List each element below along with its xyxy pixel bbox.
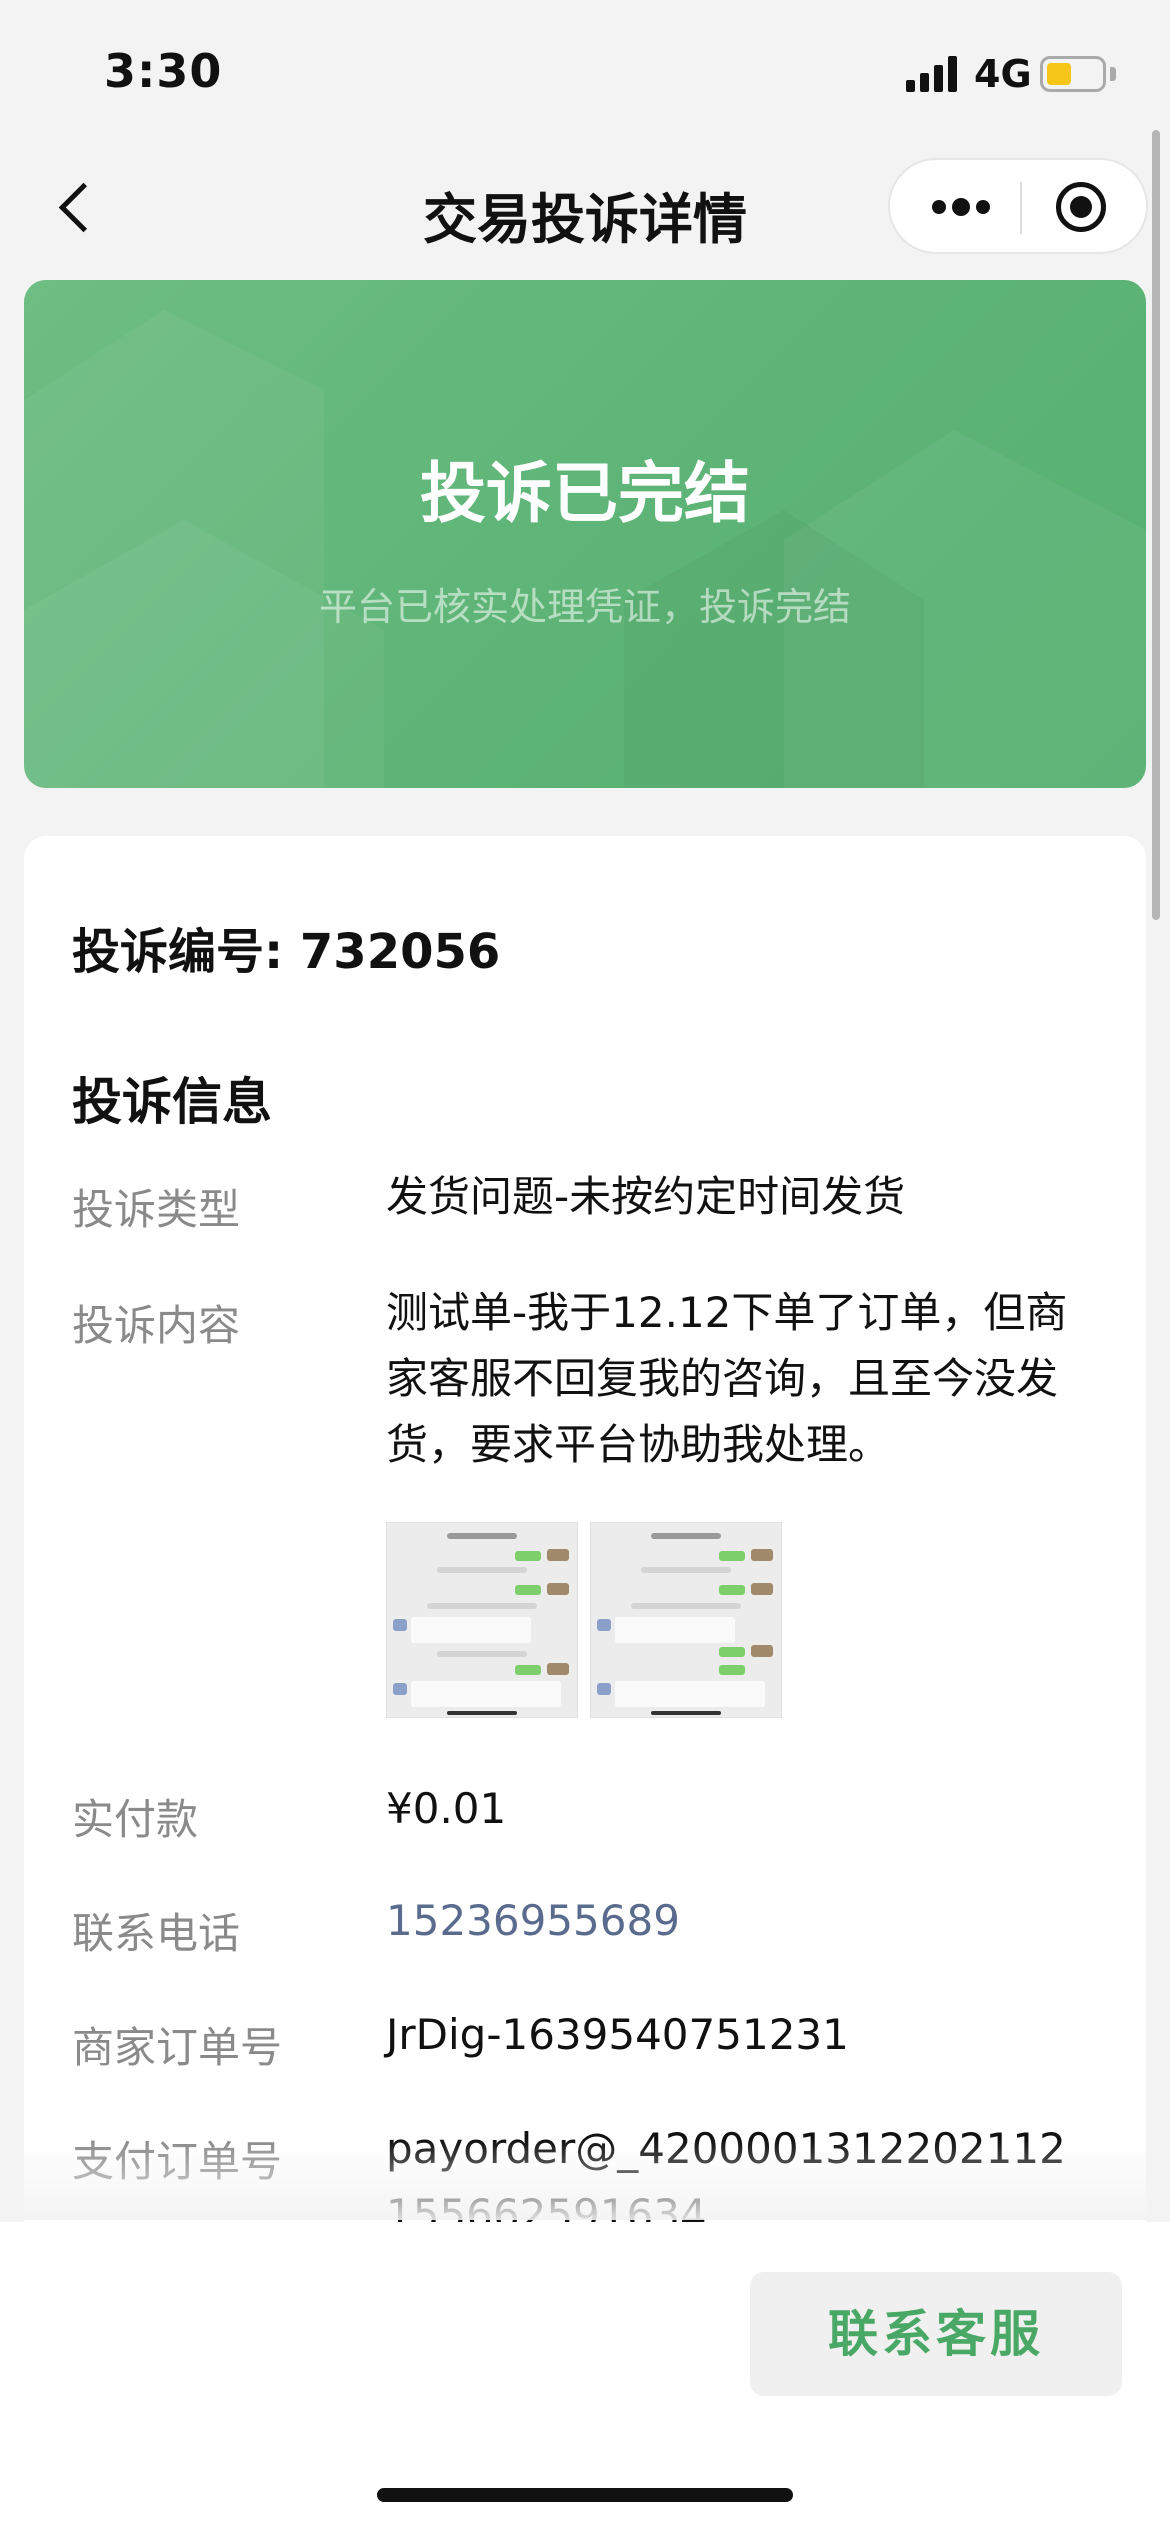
screenshot-attachment-2[interactable] [590,1522,782,1718]
complaint-number: 投诉编号: 732056 [72,924,501,980]
merchant-order-value: JrDig-1639540751231 [386,2010,849,2059]
network-type: 4G [974,52,1032,96]
battery-icon [1040,56,1106,92]
home-indicator [377,2488,793,2502]
paid-amount-label: 实付款 [72,1795,199,1844]
contact-service-button[interactable]: 联系客服 [750,2272,1122,2396]
status-banner: 投诉已完结 平台已核实处理凭证，投诉完结 [24,280,1146,788]
more-icon[interactable] [926,160,1006,256]
capsule-divider [1020,182,1022,234]
status-time: 3:30 [104,44,223,98]
mini-program-capsule [888,158,1148,254]
section-title: 投诉信息 [72,1073,272,1131]
close-mini-program-icon[interactable] [1054,180,1110,236]
paid-amount-value: ¥0.01 [386,1784,507,1833]
content-fade [0,2140,1170,2220]
complaint-type-label: 投诉类型 [72,1185,241,1234]
status-bar: 3:30 4G [0,0,1170,140]
attachment-list [386,1522,786,1718]
scrollbar[interactable] [1152,130,1160,920]
screenshot-attachment-1[interactable] [386,1522,578,1718]
banner-subtitle: 平台已核实处理凭证，投诉完结 [318,585,851,629]
complaint-detail-page: 3:30 4G 交易投诉详情 投诉已完结 平台已核实处理凭证，投诉完结 投诉编号… [0,0,1170,2532]
complaint-content-label: 投诉内容 [72,1301,241,1350]
phone-link[interactable]: 15236955689 [386,1888,1086,1954]
phone-label: 联系电话 [72,1909,241,1958]
banner-title: 投诉已完结 [420,455,750,532]
signal-icon [906,56,960,92]
complaint-content-value: 测试单-我于12.12下单了订单，但商家客服不回复我的咨询，且至今没发货，要求平… [386,1288,1068,1469]
complaint-type-value: 发货问题-未按约定时间发货 [386,1172,906,1221]
merchant-order-label: 商家订单号 [72,2023,283,2072]
battery-tip [1110,67,1116,81]
